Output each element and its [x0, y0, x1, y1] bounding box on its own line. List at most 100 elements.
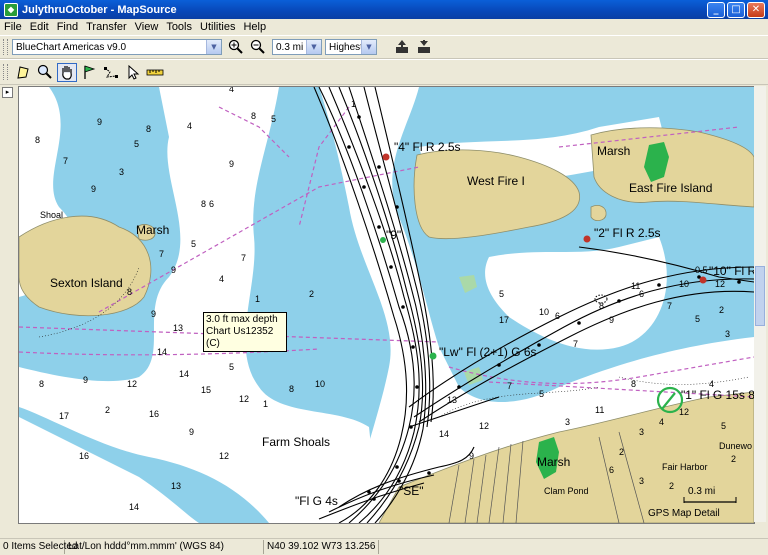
measure-ruler-icon [146, 69, 164, 76]
label-marsh-west: Marsh [136, 223, 169, 237]
product-select-value: BlueChart Americas v9.0 [16, 41, 127, 53]
depth-sounding: 5 [499, 289, 504, 299]
depth-sounding: 4 [229, 87, 234, 94]
tools-toolbar [0, 59, 768, 85]
product-select[interactable]: BlueChart Americas v9.0 ▼ [12, 39, 222, 55]
zoom-area-button[interactable] [13, 63, 33, 82]
menu-bar: File Edit Find Transfer View Tools Utili… [0, 19, 768, 34]
light-label-se: "SE" [399, 484, 424, 498]
depth-sounding: 2 [619, 447, 624, 457]
measure-tool-button[interactable] [145, 63, 165, 82]
select-arrow-icon [128, 64, 140, 80]
map-toolbar: BlueChart Americas v9.0 ▼ 0.3 mi ▼ Highe… [0, 35, 768, 59]
depth-sounding: 3 [639, 427, 644, 437]
menu-edit[interactable]: Edit [26, 21, 53, 33]
zoom-scale-select[interactable]: 0.3 mi ▼ [272, 39, 322, 55]
depth-sounding: 16 [79, 451, 89, 461]
maximize-button[interactable]: □ [727, 1, 745, 18]
detail-select-value: Highest [329, 41, 361, 53]
label-sexton-island: Sexton Island [50, 276, 123, 290]
depth-sounding: 5 [539, 389, 544, 399]
map-panel-toggle[interactable]: ▸ [2, 87, 13, 98]
minimize-button[interactable]: _ [707, 1, 725, 18]
route-tool-button[interactable] [101, 63, 121, 82]
menu-file[interactable]: File [0, 21, 26, 33]
depth-sounding: 2 [105, 405, 110, 415]
map-vertical-scrollbar[interactable] [754, 86, 766, 522]
depth-sounding: 1 [263, 399, 268, 409]
mapsource-app-icon[interactable]: ◆ [4, 2, 18, 17]
select-tool-button[interactable] [123, 63, 143, 82]
depth-sounding: 10 [315, 379, 325, 389]
depth-sounding: 2 [309, 289, 314, 299]
depth-sounding: 6 [209, 199, 214, 209]
status-selected-count: 0 Items Selected [0, 540, 77, 554]
depth-sounding: 9 [83, 375, 88, 385]
menu-view[interactable]: View [131, 21, 163, 33]
depth-sounding: 5 [271, 114, 276, 124]
status-cursor-position: N40 39.102 W73 13.256 [264, 540, 380, 554]
depth-sounding: 8 [201, 199, 206, 209]
depth-sounding: 7 [63, 156, 68, 166]
depth-sounding: 3 [565, 417, 570, 427]
depth-sounding: 4 [219, 274, 224, 284]
close-button[interactable]: ✕ [747, 1, 765, 18]
status-position-format: Lat/Lon hddd°mm.mmm' (WGS 84) [65, 540, 264, 554]
depth-sounding: 9 [91, 184, 96, 194]
title-bar: ◆ JulythruOctober - MapSource _ □ ✕ [0, 0, 768, 19]
depth-sounding: 13 [173, 323, 183, 333]
map-detail-label: GPS Map Detail [648, 508, 720, 519]
depth-sounding: 7 [573, 339, 578, 349]
menu-find[interactable]: Find [53, 21, 82, 33]
depth-sounding: 7 [667, 301, 672, 311]
receive-from-device-button[interactable] [392, 38, 412, 57]
send-to-device-button[interactable] [414, 38, 434, 57]
zoom-tool-button[interactable] [35, 63, 55, 82]
depth-sounding: 9 [229, 159, 234, 169]
scrollbar-thumb[interactable] [755, 266, 765, 326]
map-view[interactable]: Sexton Island Marsh Shoal West Fire I Ma… [18, 86, 755, 524]
hand-tool-button[interactable] [57, 62, 77, 82]
waypoint-tool-button[interactable] [79, 63, 99, 82]
chevron-down-icon[interactable]: ▼ [206, 40, 221, 54]
nautical-chart[interactable]: Sexton Island Marsh Shoal West Fire I Ma… [19, 87, 754, 523]
toolbar-grip[interactable] [3, 39, 8, 55]
chevron-down-icon[interactable]: ▼ [306, 40, 321, 54]
depth-sounding: 5 [695, 314, 700, 324]
depth-sounding: 4 [659, 417, 664, 427]
depth-sounding: 0.5 [695, 265, 708, 275]
toolbar-grip[interactable] [3, 64, 8, 80]
scale-label: 0.3 mi [688, 486, 716, 497]
depth-sounding: 12 [715, 279, 725, 289]
depth-sounding: 10 [679, 279, 689, 289]
depth-sounding: 8 [127, 287, 132, 297]
zoom-in-button[interactable] [226, 38, 246, 57]
depth-tooltip: 3.0 ft max depth Chart Us12352 (C) [203, 312, 287, 352]
depth-sounding: 6 [555, 311, 560, 321]
menu-tools[interactable]: Tools [162, 21, 196, 33]
chevron-down-icon[interactable]: ▼ [361, 40, 376, 54]
depth-sounding: 7 [159, 249, 164, 259]
zoom-out-button[interactable] [248, 38, 268, 57]
depth-sounding: 3 [639, 476, 644, 486]
depth-sounding: 8 [146, 124, 151, 134]
tooltip-depth-text: 3.0 ft max depth [206, 314, 278, 325]
depth-sounding: 8 [289, 384, 294, 394]
depth-sounding: 12 [219, 451, 229, 461]
zoom-tool-icon [37, 64, 52, 79]
depth-sounding: 4 [709, 379, 714, 389]
menu-utilities[interactable]: Utilities [196, 21, 239, 33]
menu-transfer[interactable]: Transfer [82, 21, 131, 33]
scale-bar [683, 497, 737, 503]
depth-sounding: 1 [255, 294, 260, 304]
depth-sounding: 7 [241, 253, 246, 263]
light-label-fl-g-4s: "Fl G 4s [295, 494, 338, 508]
depth-sounding: 14 [439, 429, 449, 439]
zoom-in-icon [228, 39, 243, 54]
hand-tool-icon [62, 66, 72, 80]
menu-help[interactable]: Help [239, 21, 270, 33]
depth-sounding: 11 [595, 405, 604, 415]
depth-sounding: 8 [599, 301, 604, 311]
detail-select[interactable]: Highest ▼ [325, 39, 377, 55]
depth-sounding: 3 [725, 329, 730, 339]
